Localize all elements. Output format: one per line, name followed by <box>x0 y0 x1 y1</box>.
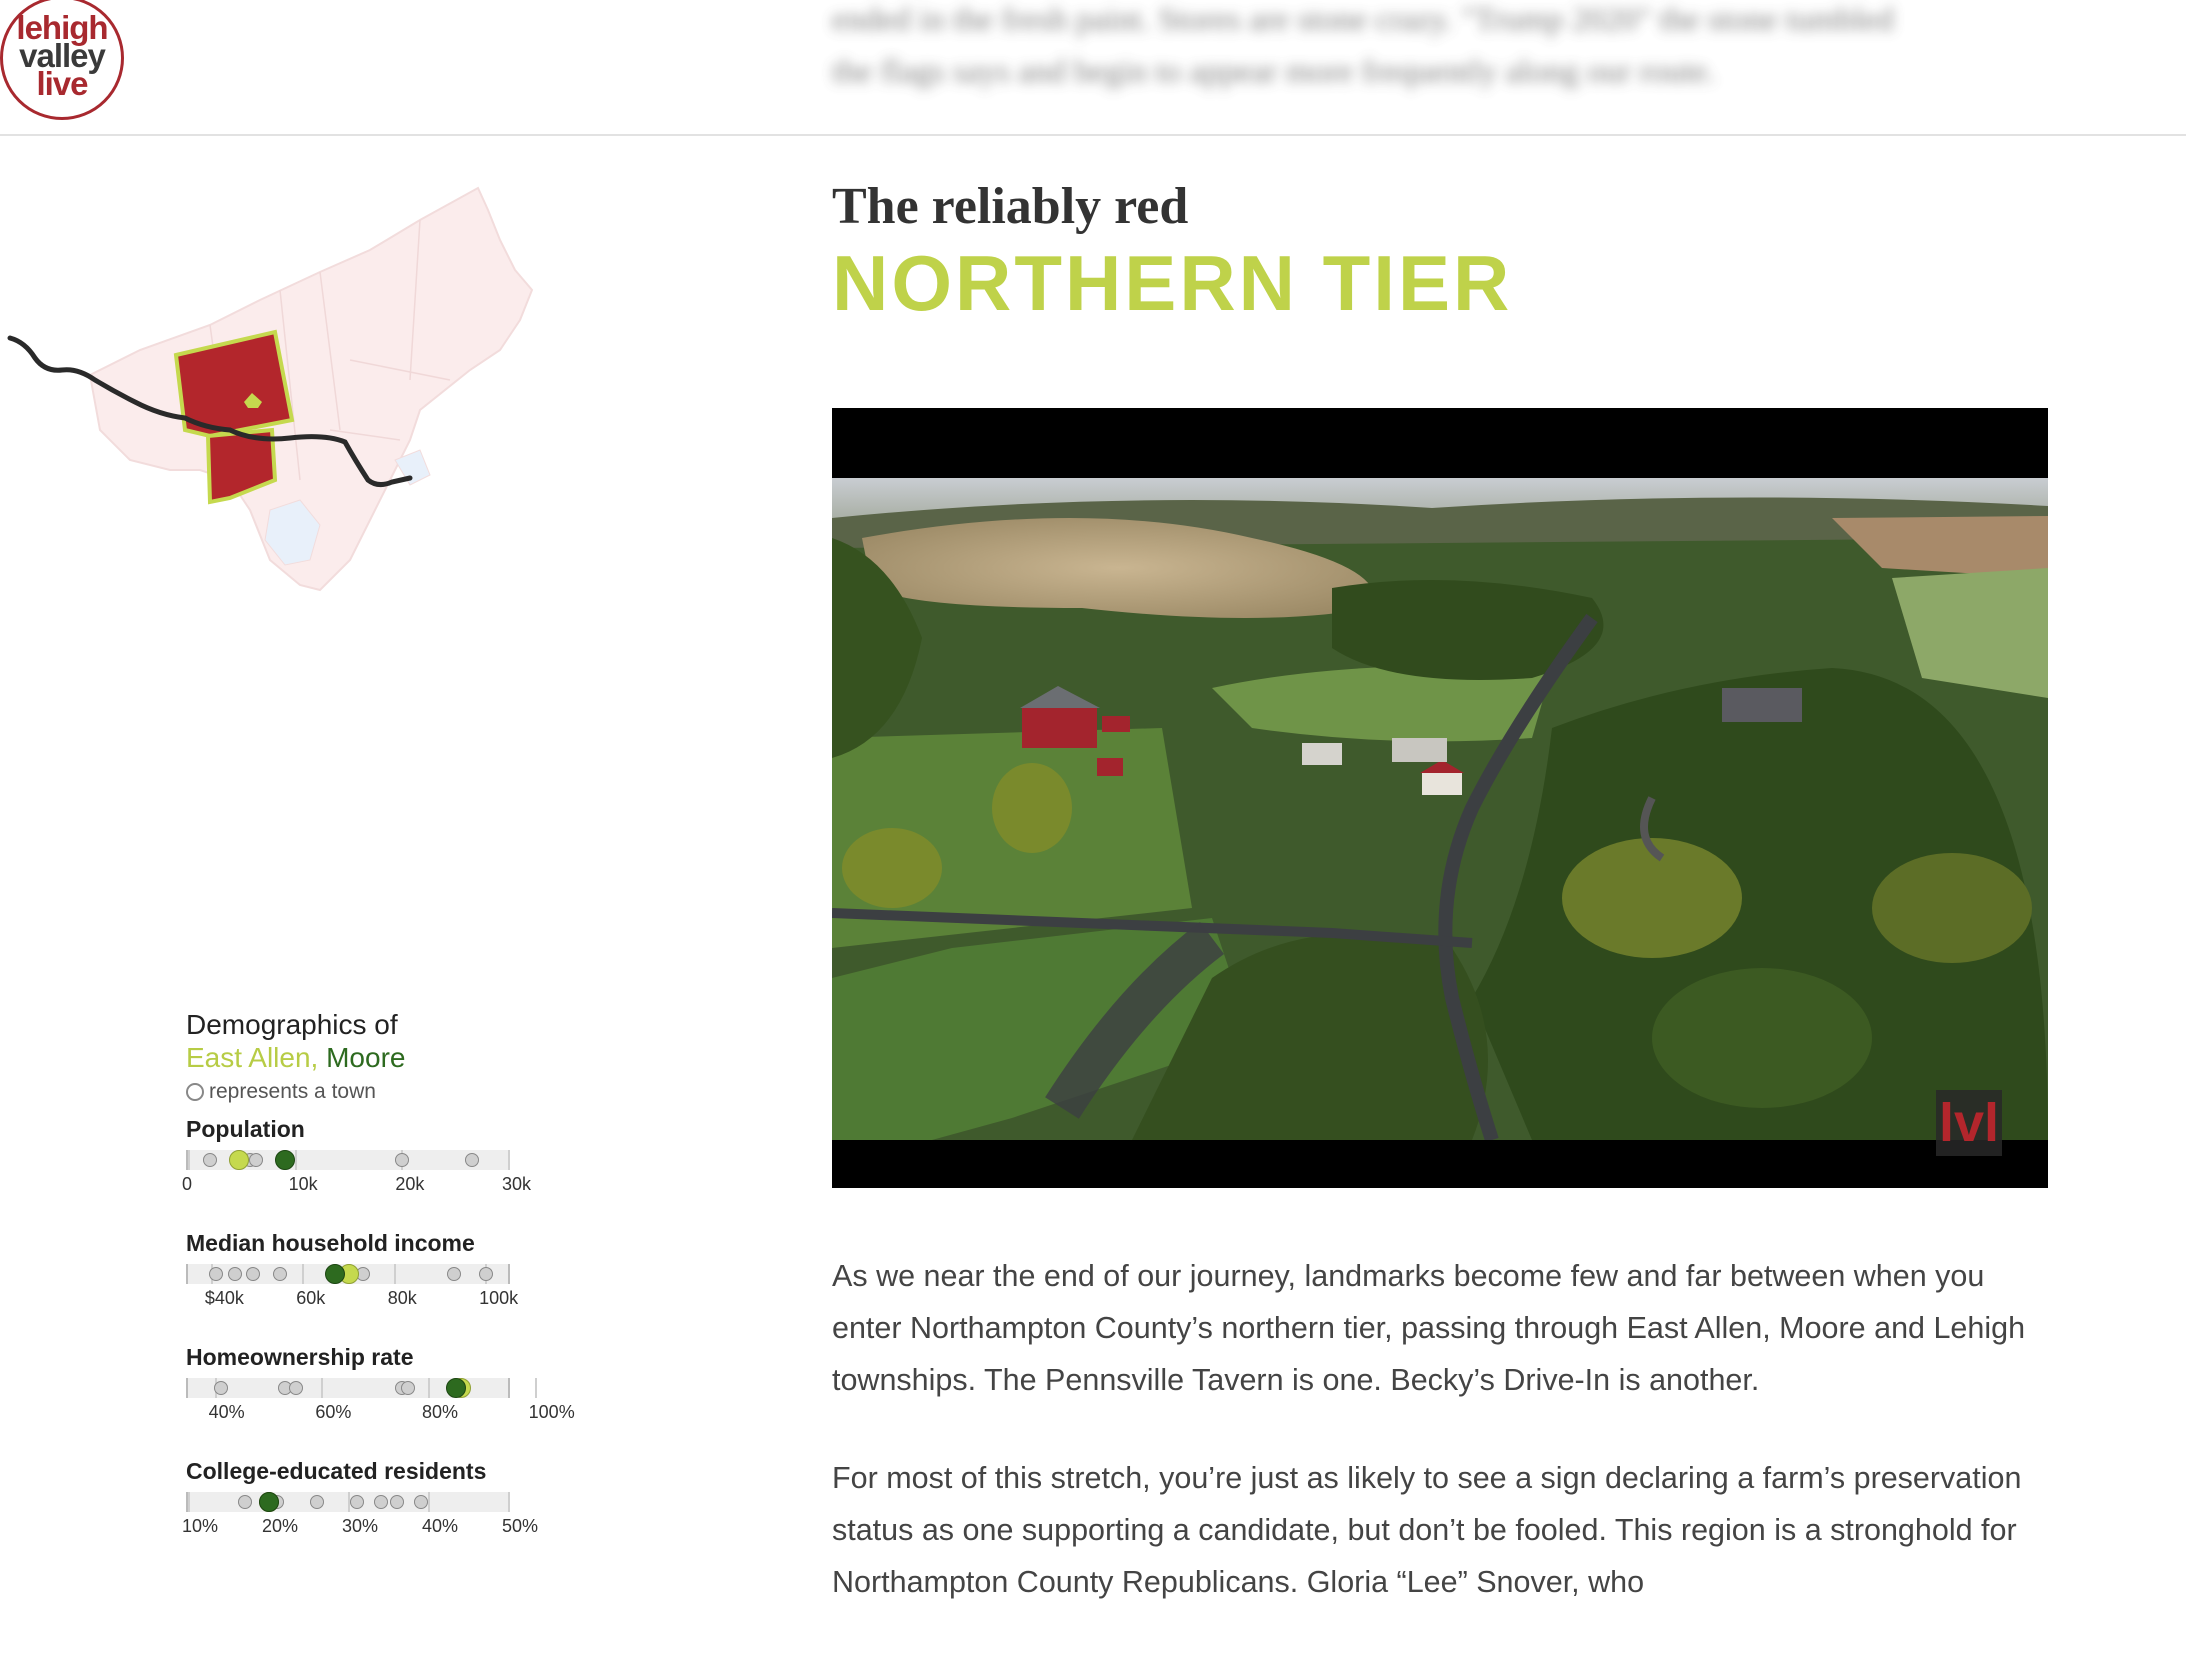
demographics-title: Demographics of <box>186 1009 398 1040</box>
axis-tick <box>188 1150 190 1170</box>
axis-tick-label: 30k <box>502 1174 532 1194</box>
metric-label: Homeownership rate <box>186 1344 414 1370</box>
axis-tick-label: 20% <box>262 1516 299 1536</box>
axis-tick-label: 100k <box>479 1288 519 1308</box>
axis-tick-label: 60k <box>296 1288 326 1308</box>
town-legend: represents a town <box>186 1080 606 1104</box>
axis-tick-label: 60% <box>315 1402 352 1422</box>
axis-tick-label: 10% <box>182 1516 219 1536</box>
logo-line3: live <box>36 65 88 102</box>
town-dot[interactable] <box>227 1267 242 1281</box>
town-dot[interactable] <box>238 1495 252 1509</box>
video-player[interactable]: lvl <box>832 408 2048 1188</box>
axis-tick-label: $40k <box>204 1288 244 1308</box>
demographics-panel: Demographics of East Allen, Moore repres… <box>182 1008 606 1540</box>
town-dot[interactable] <box>310 1495 324 1509</box>
blurred-previous-text: ended in the fresh paint. Stores are sto… <box>832 0 2032 98</box>
town-dot[interactable] <box>400 1381 415 1395</box>
axis-tick-label: 80k <box>387 1288 417 1308</box>
town-a-dot[interactable] <box>229 1150 250 1170</box>
metric-college-educated: College-educated residents 10% 20% 30% 40% 5… <box>182 1456 606 1540</box>
metric-track <box>186 1264 510 1284</box>
town-dot[interactable] <box>479 1267 494 1281</box>
town-circle-icon <box>186 1083 204 1101</box>
axis-tick-label: 10k <box>288 1174 318 1194</box>
axis-tick-label: 0 <box>182 1174 193 1194</box>
metric-label: College-educated residents <box>186 1458 487 1484</box>
town-dot[interactable] <box>464 1153 479 1167</box>
axis-tick-label: 40% <box>208 1402 245 1422</box>
site-header: lehigh valley live ended in the fresh pa… <box>0 0 2186 136</box>
town-dot[interactable] <box>447 1267 462 1281</box>
metric-axis: 40% 60% 80% 100% <box>186 1402 575 1426</box>
town-dot[interactable] <box>214 1381 228 1395</box>
metric-axis: 0 10k 20k 30k <box>182 1174 531 1198</box>
town-b-dot[interactable] <box>445 1378 466 1398</box>
paragraph-2: For most of this stretch, you’re just as… <box>832 1461 2022 1599</box>
locator-map <box>0 180 560 650</box>
blurred-line-2: the flags says and begin to appear more … <box>832 54 1716 90</box>
video-frame <box>832 478 2048 1140</box>
axis-tick <box>321 1378 324 1398</box>
metric-label: Median household income <box>186 1230 475 1256</box>
town-dot[interactable] <box>209 1267 224 1281</box>
article-body: As we near the end of our journey, landm… <box>832 1250 2062 1654</box>
metric-track <box>186 1150 510 1170</box>
town-b-dot[interactable] <box>275 1150 295 1170</box>
axis-tick-label: 80% <box>422 1402 459 1422</box>
lehigh-valley-live-logo[interactable]: lehigh valley live <box>0 0 124 120</box>
section-kicker: The reliably red <box>832 178 1189 235</box>
axis-tick <box>508 1492 510 1512</box>
blurred-line-1: ended in the fresh paint. Stores are sto… <box>832 2 1894 38</box>
town-dot[interactable] <box>273 1267 288 1281</box>
axis-tick-label: 40% <box>422 1516 459 1536</box>
legend-text: represents a town <box>209 1080 376 1103</box>
axis-tick-label: 50% <box>502 1516 539 1536</box>
metric-homeownership: Homeownership rate 40% 60% 80% 100% <box>186 1342 606 1426</box>
paragraph-1: As we near the end of our journey, landm… <box>832 1259 2026 1397</box>
town-dot[interactable] <box>350 1495 364 1509</box>
section-headline: NORTHERN TIER <box>832 239 1513 327</box>
axis-tick <box>428 1492 430 1512</box>
metric-label: Population <box>186 1116 305 1142</box>
town-a-name: East Allen <box>186 1042 311 1073</box>
demographics-towns: East Allen, Moore <box>186 1042 606 1074</box>
town-dot[interactable] <box>390 1495 404 1509</box>
metric-track <box>186 1492 510 1512</box>
metric-track <box>186 1378 537 1398</box>
axis-tick-label: 100% <box>528 1402 575 1422</box>
town-dot[interactable] <box>288 1381 303 1395</box>
axis-tick <box>393 1264 396 1284</box>
town-dot[interactable] <box>203 1153 218 1167</box>
town-dot[interactable] <box>414 1495 428 1509</box>
town-separator: , <box>310 1042 319 1073</box>
metric-axis: $40k 60k 80k 100k <box>186 1288 519 1312</box>
town-dot[interactable] <box>395 1153 410 1167</box>
axis-tick <box>508 1150 510 1170</box>
axis-tick-label: 30% <box>342 1516 379 1536</box>
town-dot[interactable] <box>246 1267 260 1281</box>
axis-tick <box>188 1492 190 1512</box>
video-watermark: lvl <box>1936 1090 2002 1156</box>
metric-median-income: Median household income $40k 60k 80k 100k <box>186 1228 606 1312</box>
town-dot[interactable] <box>374 1495 388 1509</box>
axis-tick-label: 20k <box>395 1174 425 1194</box>
town-dot[interactable] <box>249 1153 264 1167</box>
county-map-svg <box>7 186 534 592</box>
metric-population: Population 0 10k 20k 30k <box>182 1114 606 1198</box>
axis-tick <box>534 1378 537 1398</box>
town-b-dot[interactable] <box>259 1492 279 1512</box>
axis-tick <box>428 1378 430 1398</box>
metric-axis: 10% 20% 30% 40% 50% <box>182 1516 538 1540</box>
town-b-name: Moore <box>326 1042 406 1073</box>
axis-tick <box>302 1264 305 1284</box>
